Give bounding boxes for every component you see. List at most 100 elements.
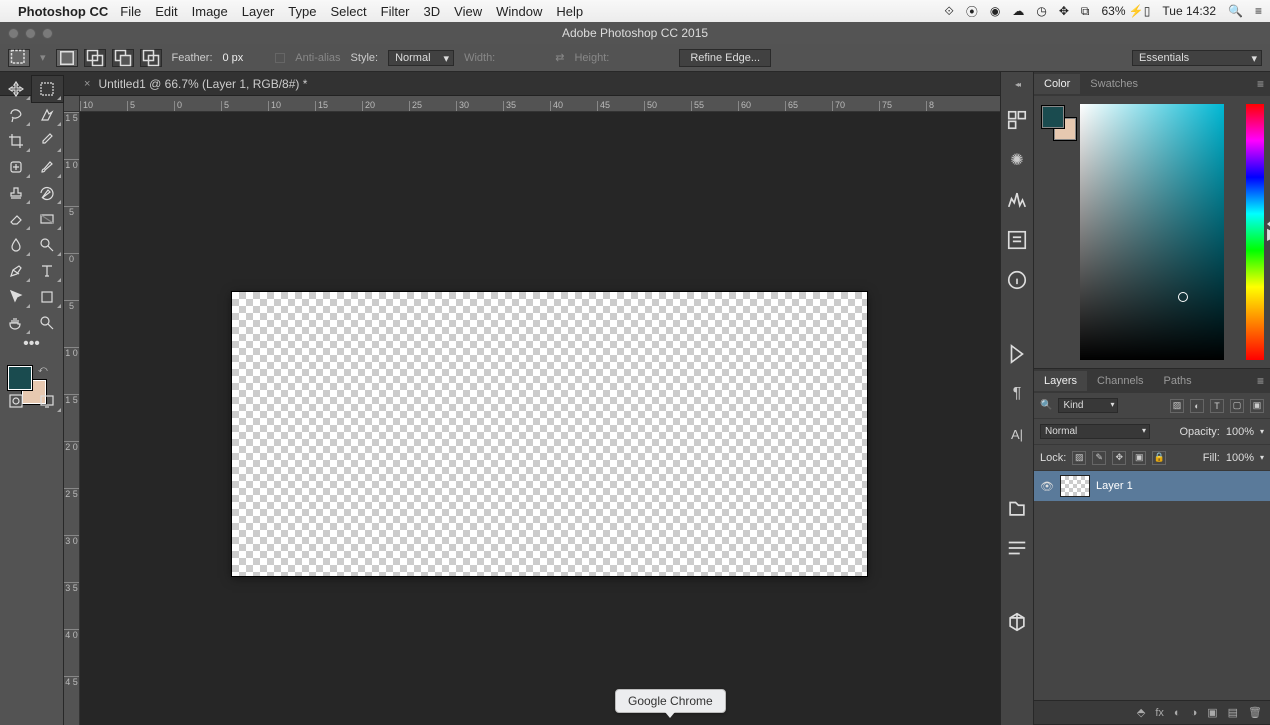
info-panel-icon[interactable]	[1006, 269, 1028, 291]
menubar-move-icon[interactable]: ✥	[1059, 4, 1069, 18]
dodge-tool-icon[interactable]	[32, 232, 64, 258]
canvas-area[interactable]: 1050510152025303540455055606570758 1 51 …	[64, 96, 1000, 725]
menubar-spotlight-icon[interactable]: 🔍	[1228, 4, 1243, 18]
layers-panel-menu-icon[interactable]: ≡	[1257, 374, 1264, 388]
swap-colors-icon[interactable]: ⤺	[38, 364, 48, 375]
lasso-tool-icon[interactable]	[0, 102, 32, 128]
ruler-horizontal[interactable]: 1050510152025303540455055606570758	[80, 96, 1000, 112]
menu-type[interactable]: Type	[288, 4, 316, 19]
styles-panel-icon[interactable]	[1006, 537, 1028, 559]
ruler-origin[interactable]	[64, 96, 80, 112]
move-tool-icon[interactable]	[0, 76, 32, 102]
menubar-list-icon[interactable]: ≡	[1255, 4, 1262, 18]
layer-thumbnail[interactable]	[1060, 475, 1090, 497]
sel-subtract-icon[interactable]	[112, 49, 134, 67]
link-layers-icon[interactable]: ⬘	[1137, 706, 1145, 719]
history-brush-tool-icon[interactable]	[32, 180, 64, 206]
refine-edge-button[interactable]: Refine Edge...	[679, 49, 771, 67]
foreground-color[interactable]	[8, 366, 32, 390]
layer-item[interactable]: 👁 Layer 1	[1034, 471, 1270, 501]
opacity-value[interactable]: 100%	[1226, 426, 1254, 438]
path-select-tool-icon[interactable]	[0, 284, 32, 310]
brush-tool-icon[interactable]	[32, 154, 64, 180]
blend-mode-select[interactable]: Normal	[1040, 424, 1150, 439]
traffic-minimize[interactable]	[25, 28, 36, 39]
menubar-cloud-icon[interactable]: ☁	[1012, 4, 1024, 18]
adjustments-panel-icon[interactable]: ✺	[1006, 149, 1028, 171]
lock-trans-icon[interactable]: ▨	[1072, 451, 1086, 465]
hue-slider[interactable]	[1246, 104, 1264, 360]
close-tab-icon[interactable]: ×	[84, 78, 90, 90]
color-panel-menu-icon[interactable]: ≡	[1257, 77, 1264, 91]
fill-value[interactable]: 100%	[1226, 452, 1254, 464]
menu-edit[interactable]: Edit	[155, 4, 177, 19]
hand-tool-icon[interactable]	[0, 310, 32, 336]
layer-filter-select[interactable]: Kind	[1058, 398, 1118, 413]
stamp-tool-icon[interactable]	[0, 180, 32, 206]
gradient-tool-icon[interactable]	[32, 206, 64, 232]
lock-all-icon[interactable]: 🔒	[1152, 451, 1166, 465]
collapse-dock-icon[interactable]: ◂◂	[1015, 80, 1019, 89]
healing-tool-icon[interactable]	[0, 154, 32, 180]
style-select[interactable]: Normal	[388, 50, 454, 66]
character-panel-icon[interactable]: A|	[1006, 423, 1028, 445]
tab-layers[interactable]: Layers	[1034, 371, 1087, 391]
lock-pixels-icon[interactable]: ✎	[1092, 451, 1106, 465]
filter-pixel-icon[interactable]: ▨	[1170, 399, 1184, 413]
tab-paths[interactable]: Paths	[1154, 371, 1202, 391]
actions-panel-icon[interactable]	[1006, 343, 1028, 365]
menubar-camera-icon[interactable]: ⦿	[966, 3, 978, 20]
type-tool-icon[interactable]	[32, 258, 64, 284]
tool-preset-icon[interactable]	[8, 49, 30, 67]
filter-adjust-icon[interactable]: ◐	[1190, 399, 1204, 413]
libraries-panel-icon[interactable]	[1006, 497, 1028, 519]
menubar-clock[interactable]: Tue 14:32	[1162, 4, 1216, 18]
filter-smart-icon[interactable]: ▣	[1250, 399, 1264, 413]
color-panel-fg[interactable]	[1042, 106, 1064, 128]
3d-panel-icon[interactable]	[1006, 611, 1028, 633]
new-layer-icon[interactable]: ▤	[1228, 706, 1238, 719]
ruler-vertical[interactable]: 1 51 05051 01 52 02 53 03 54 04 5	[64, 112, 80, 725]
color-picker-cursor[interactable]	[1178, 292, 1188, 302]
filter-shape-icon[interactable]: ▢	[1230, 399, 1244, 413]
tab-swatches[interactable]: Swatches	[1080, 74, 1148, 94]
menu-layer[interactable]: Layer	[242, 4, 275, 19]
shape-tool-icon[interactable]	[32, 284, 64, 310]
history-panel-icon[interactable]	[1006, 109, 1028, 131]
menu-view[interactable]: View	[454, 4, 482, 19]
filter-type-icon[interactable]: T	[1210, 399, 1224, 413]
adjustment-icon[interactable]: ◑	[1191, 707, 1198, 719]
lock-nest-icon[interactable]: ▣	[1132, 451, 1146, 465]
tool-more-icon[interactable]: •••	[0, 336, 63, 352]
eraser-tool-icon[interactable]	[0, 206, 32, 232]
menu-select[interactable]: Select	[330, 4, 366, 19]
tab-color[interactable]: Color	[1034, 74, 1080, 94]
sel-new-icon[interactable]	[56, 49, 78, 67]
paragraph-panel-icon[interactable]: ¶	[1006, 383, 1028, 405]
menubar-wifi-icon[interactable]: ⧉	[1081, 4, 1090, 19]
menubar-clock-icon[interactable]: ◷	[1036, 4, 1046, 18]
app-menu[interactable]: Photoshop CC	[18, 4, 108, 19]
tab-channels[interactable]: Channels	[1087, 371, 1153, 391]
menubar-battery[interactable]: 63% ⚡▯	[1102, 4, 1151, 18]
color-field[interactable]	[1080, 104, 1224, 360]
menubar-cc-icon[interactable]: ◉	[990, 4, 1000, 18]
crop-tool-icon[interactable]	[0, 128, 32, 154]
layer-name[interactable]: Layer 1	[1096, 480, 1133, 492]
menu-help[interactable]: Help	[556, 4, 583, 19]
menu-window[interactable]: Window	[496, 4, 542, 19]
traffic-zoom[interactable]	[42, 28, 53, 39]
marquee-tool-icon[interactable]	[32, 76, 64, 102]
screenmode-icon[interactable]	[32, 388, 64, 414]
layer-list[interactable]: 👁 Layer 1	[1034, 471, 1270, 700]
menu-3d[interactable]: 3D	[424, 4, 441, 19]
document-tab[interactable]: × Untitled1 @ 66.7% (Layer 1, RGB/8#) *	[74, 75, 317, 93]
workspace-select[interactable]: Essentials	[1132, 50, 1262, 66]
feather-value[interactable]: 0 px	[223, 52, 244, 64]
quickmask-icon[interactable]	[0, 388, 32, 414]
mask-icon[interactable]: ◐	[1174, 707, 1181, 719]
menu-filter[interactable]: Filter	[381, 4, 410, 19]
group-icon[interactable]: ▣	[1207, 706, 1217, 719]
menubar-status-icon[interactable]: ⟐	[944, 4, 953, 19]
quick-select-tool-icon[interactable]	[32, 102, 64, 128]
